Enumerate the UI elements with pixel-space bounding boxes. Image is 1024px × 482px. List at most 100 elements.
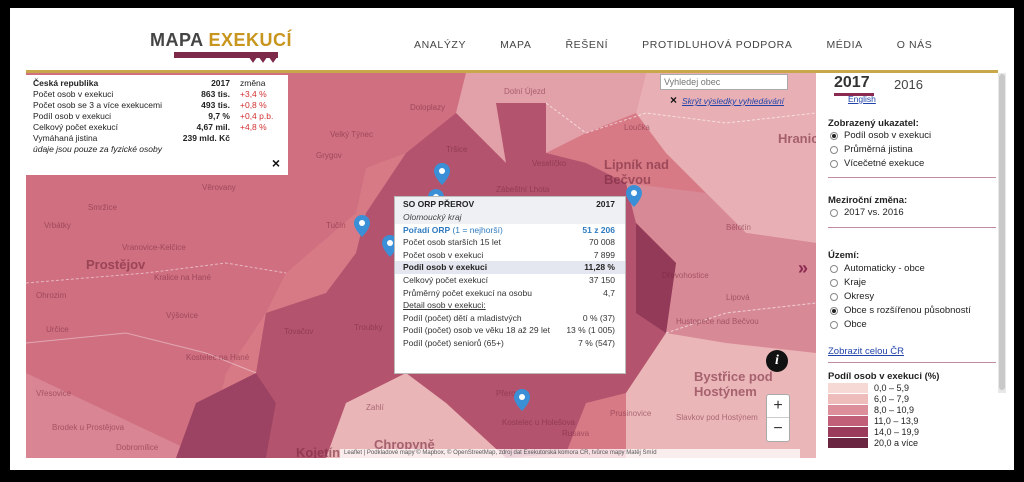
show-whole-country-link[interactable]: Zobrazit celou ČR bbox=[828, 346, 904, 357]
place-label: Věrovany bbox=[202, 183, 236, 192]
place-label: Brodek u Prostějova bbox=[52, 423, 125, 432]
tooltip-value: 13 % (1 005) bbox=[566, 325, 615, 336]
stats-change: +0,8 % bbox=[240, 100, 267, 110]
tooltip-title: SO ORP PŘEROV bbox=[403, 199, 475, 209]
country-stats-box: Česká republika 2017 změna Počet osob v … bbox=[26, 75, 288, 175]
radio-icon[interactable] bbox=[830, 145, 838, 154]
place-label: Veselíčko bbox=[532, 159, 567, 168]
stats-change: +3,4 % bbox=[240, 89, 267, 99]
territory-option[interactable]: Obce bbox=[830, 319, 867, 330]
place-label: Hustopeče nad Bečvou bbox=[676, 317, 759, 326]
radio-checked-icon[interactable] bbox=[830, 306, 838, 315]
tooltip-value: 4,7 bbox=[603, 287, 615, 298]
place-label: Tovačov bbox=[284, 327, 314, 336]
logo-part1: MAPA bbox=[150, 30, 203, 50]
place-label: Velký Týnec bbox=[330, 130, 373, 139]
close-icon[interactable]: × bbox=[670, 93, 677, 107]
radio-icon[interactable] bbox=[830, 320, 838, 329]
info-icon[interactable]: i bbox=[766, 350, 788, 372]
radio-icon[interactable] bbox=[830, 264, 838, 273]
map-marker-icon[interactable] bbox=[626, 185, 642, 207]
divider bbox=[828, 362, 996, 363]
stats-label: Počet osob se 3 a více exekucemi bbox=[33, 100, 162, 110]
stats-value: 493 tis. bbox=[201, 100, 230, 110]
radio-checked-icon[interactable] bbox=[830, 131, 838, 140]
tooltip-year: 2017 bbox=[596, 199, 615, 209]
tooltip-share-value: 11,28 % bbox=[584, 262, 615, 273]
legend-row: 8,0 – 10,9 bbox=[828, 405, 914, 415]
map-marker-icon[interactable] bbox=[514, 389, 530, 411]
stats-label: Celkový počet exekucí bbox=[33, 122, 119, 132]
search-municipality-input[interactable] bbox=[660, 74, 788, 90]
territory-option[interactable]: Kraje bbox=[830, 277, 866, 288]
logo[interactable]: MAPA EXEKUCÍ bbox=[150, 30, 292, 51]
place-label: Loučka bbox=[624, 123, 650, 132]
nav-reseni[interactable]: ŘEŠENÍ bbox=[565, 39, 608, 51]
nav-media[interactable]: MÉDIA bbox=[826, 39, 862, 51]
tooltip-label: Podíl (počet) dětí a mladistvých bbox=[403, 312, 522, 323]
nav-mapa[interactable]: MAPA bbox=[500, 39, 531, 51]
place-label: Dobromilice bbox=[116, 443, 159, 452]
radio-icon[interactable] bbox=[830, 208, 838, 217]
year-2017-tab[interactable]: 2017 bbox=[834, 74, 874, 96]
nav-o-nas[interactable]: O NÁS bbox=[897, 39, 933, 51]
tooltip-detail-heading: Detail osob v exekuci: bbox=[403, 300, 486, 311]
logo-zigzag-icon bbox=[248, 55, 278, 63]
place-label: Dolní Újezd bbox=[504, 87, 546, 96]
indicator-option[interactable]: Průměrná jistina bbox=[830, 144, 913, 155]
territory-option[interactable]: Automaticky - obce bbox=[830, 263, 925, 274]
zoom-in-button[interactable]: + bbox=[767, 395, 789, 418]
territory-option[interactable]: Okresy bbox=[830, 291, 874, 302]
place-label: Smržice bbox=[88, 203, 117, 212]
nav-protidluhova-podpora[interactable]: PROTIDLUHOVÁ PODPORA bbox=[642, 39, 792, 51]
tooltip-label: Podíl (počet) osob ve věku 18 až 29 let bbox=[403, 325, 550, 336]
english-link[interactable]: English bbox=[848, 94, 876, 104]
indicator-option[interactable]: Vícečetné exekuce bbox=[830, 158, 924, 169]
main-nav: ANALÝZY MAPA ŘEŠENÍ PROTIDLUHOVÁ PODPORA… bbox=[414, 39, 966, 51]
place-label: Lipová bbox=[726, 293, 750, 302]
legend-label: 8,0 – 10,9 bbox=[874, 405, 915, 415]
divider bbox=[828, 227, 996, 228]
map-marker-icon[interactable] bbox=[354, 215, 370, 237]
year-2016-tab[interactable]: 2016 bbox=[894, 77, 923, 92]
stats-year: 2017 bbox=[211, 78, 230, 88]
legend-row: 6,0 – 7,9 bbox=[828, 394, 909, 404]
nav-analyzy[interactable]: ANALÝZY bbox=[414, 39, 466, 51]
option-label: Průměrná jistina bbox=[844, 144, 913, 155]
panel-scrollbar-thumb[interactable] bbox=[999, 74, 1005, 390]
option-label: Okresy bbox=[844, 291, 875, 302]
tooltip-rank-label: Pořadí ORP bbox=[403, 224, 451, 235]
place-label: Bělotín bbox=[726, 223, 751, 232]
map-marker-icon[interactable] bbox=[434, 163, 450, 185]
legend-row: 20,0 a více bbox=[828, 438, 918, 448]
radio-icon[interactable] bbox=[830, 292, 838, 301]
legend-label: 6,0 – 7,9 bbox=[874, 394, 910, 404]
option-label: Automaticky - obce bbox=[844, 263, 925, 274]
stats-value: 863 tis. bbox=[201, 89, 230, 99]
option-label: Obce bbox=[844, 319, 867, 330]
place-label: Kostelec na Hané bbox=[186, 353, 250, 362]
tooltip-value: 37 150 bbox=[589, 274, 615, 285]
collapse-panel-icon[interactable]: » bbox=[798, 258, 808, 279]
radio-icon[interactable] bbox=[830, 278, 838, 287]
zoom-control: + − bbox=[766, 394, 790, 442]
place-label: Tučín bbox=[326, 221, 346, 230]
zoom-out-button[interactable]: − bbox=[767, 418, 789, 441]
place-label: Zábeštní Lhota bbox=[496, 185, 550, 194]
tooltip-value: 7 % (547) bbox=[578, 337, 615, 348]
territory-title: Území: bbox=[828, 250, 860, 261]
stats-change bbox=[230, 133, 278, 144]
legend-swatch bbox=[828, 394, 868, 404]
close-icon[interactable]: × bbox=[272, 155, 280, 171]
yoy-option[interactable]: 2017 vs. 2016 bbox=[830, 207, 904, 218]
indicator-option[interactable]: Podíl osob v exekuci bbox=[830, 130, 931, 141]
radio-icon[interactable] bbox=[830, 159, 838, 168]
tooltip-label: Podíl (počet) seniorů (65+) bbox=[403, 337, 504, 348]
hide-search-results-link[interactable]: Skrýt výsledky vyhledávání bbox=[682, 96, 784, 106]
territory-option[interactable]: Obce s rozšířenou působností bbox=[830, 305, 971, 316]
place-label-major: Lipník nad Bečvou bbox=[604, 157, 669, 187]
place-label: Zahlí bbox=[366, 403, 384, 412]
legend-label: 14,0 – 19,9 bbox=[874, 427, 920, 437]
place-label: Vrbátky bbox=[44, 221, 71, 230]
app-frame: MAPA EXEKUCÍ ANALÝZY MAPA ŘEŠENÍ PROTIDL… bbox=[10, 8, 1014, 470]
